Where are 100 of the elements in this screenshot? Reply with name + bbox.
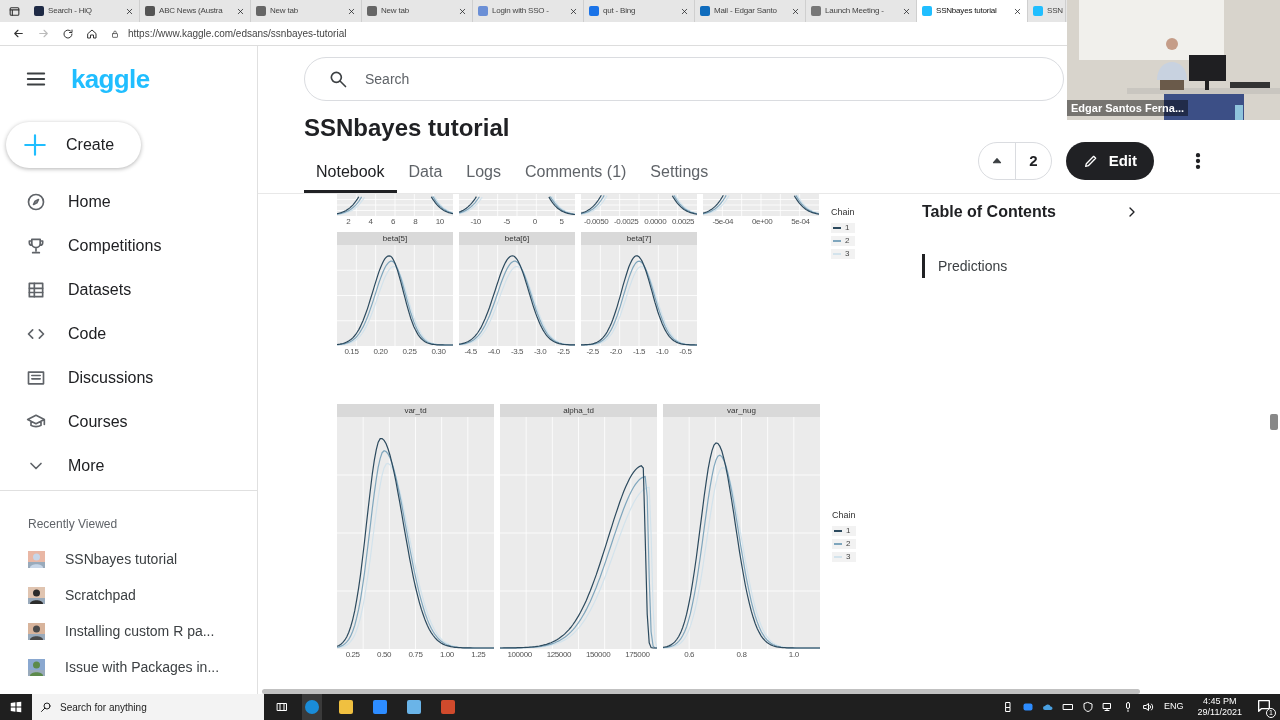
notebook-tab[interactable]: Comments (1) [513,153,639,193]
tick-label: -10 [470,217,481,227]
tick-label: 0e+00 [751,217,773,227]
close-icon[interactable] [902,6,911,16]
legend-title: Chain [832,509,856,522]
close-icon[interactable] [458,6,467,16]
scrollbar-thumb[interactable] [262,688,1140,694]
close-icon[interactable] [347,6,356,16]
tab-title: ABC News (Austra [159,5,224,17]
windows-start-icon[interactable] [9,700,23,714]
favicon-icon [34,6,44,16]
nav-item[interactable]: Competitions [0,224,257,268]
favicon-icon [922,6,932,16]
legend-label: 1 [845,222,850,233]
recent-item[interactable]: SSNbayes tutorial [0,541,257,577]
recent-item[interactable]: Installing custom R pa... [0,613,257,649]
notebook-tab[interactable]: Settings [638,153,721,193]
language-indicator[interactable]: ENG [1164,700,1184,714]
close-icon[interactable] [680,6,689,16]
panel-title: var_td [404,405,427,416]
tick-label: -3.5 [510,347,524,357]
legend-label: 2 [846,538,851,549]
nav-item[interactable]: Datasets [0,268,257,312]
nav-item[interactable]: Courses [0,400,257,444]
legend-label: 3 [846,551,851,562]
tab-title: Mail - Edgar Santo [714,5,778,17]
close-icon[interactable] [569,6,578,16]
favicon-icon [256,6,266,16]
close-icon[interactable] [791,6,800,16]
toc-link[interactable]: Predictions [925,254,1208,278]
tick-label: -4.5 [464,347,477,357]
speaker-icon[interactable] [1142,701,1155,713]
clock-time[interactable]: 4:45 PM [1203,696,1237,707]
tick-label: 0.50 [377,650,392,660]
tick-label: 0.8 [736,650,747,660]
browser-icon[interactable] [305,700,319,714]
legend-label: 3 [845,248,850,259]
tab-actions-icon[interactable] [8,5,21,18]
nav-item[interactable]: Discussions [0,356,257,400]
legend-label: 1 [846,525,851,536]
recent-item[interactable]: Scratchpad [0,577,257,613]
pencil-icon [1082,153,1099,169]
reload-icon[interactable] [62,27,74,40]
notebook-tab[interactable]: Data [396,153,455,193]
tick-label: -3.0 [534,347,547,357]
compass-icon [26,192,46,212]
favicon-icon [478,6,488,16]
close-icon[interactable] [125,6,134,16]
panel-title: alpha_td [563,405,594,416]
edit-button[interactable]: Edit [1065,142,1154,180]
video-call-icon[interactable] [1022,701,1035,713]
clock-date[interactable]: 29/11/2021 [1197,707,1242,718]
browser-tab[interactable]: SSNbayes tutorial [917,0,1028,22]
favicon-icon [145,6,155,16]
favicon-icon [589,6,599,16]
close-icon[interactable] [1013,6,1022,16]
shield-icon[interactable] [1082,701,1095,713]
close-icon[interactable] [236,6,245,16]
tick-label: 1.00 [439,650,454,660]
tick-label: -1.0 [656,347,669,357]
tab-title: New tab [270,5,299,17]
tab-title: Search - HiQ [48,5,93,17]
tab-title: New tab [381,5,410,17]
notebook-tab[interactable]: Logs [454,153,513,193]
nav-item[interactable]: More [0,444,257,488]
tick-label: 100000 [507,650,532,660]
tick-label: -4.0 [487,347,500,357]
search-field[interactable]: Search [304,57,1064,101]
search-icon [328,69,348,89]
tick-label: 8 [413,217,418,227]
task-view-icon[interactable] [276,701,288,713]
panel-title: beta[6] [504,233,530,244]
tab-title: SSN [1047,5,1063,17]
nav-item[interactable]: Code [0,312,257,356]
tick-label: 10 [435,217,444,227]
nav-item[interactable]: Home [0,180,257,224]
tab-title: SSNbayes tutorial [936,5,998,17]
tick-label: -2.5 [557,347,570,357]
back-icon[interactable] [12,27,25,40]
tick-label: 2 [346,217,351,227]
table-icon [26,280,46,300]
tick-label: 0.6 [684,650,695,660]
tick-label: 5e-04 [791,217,810,227]
home-icon[interactable] [86,27,98,40]
tick-label: 5 [559,217,564,227]
tick-label: 0.0025 [672,217,695,227]
tick-label: 6 [390,217,395,227]
tab-title: Launch Meeting - [825,5,885,17]
battery-icon[interactable] [1062,701,1075,713]
recent-item[interactable]: Issue with Packages in... [0,649,257,685]
favicon-icon [811,6,821,16]
taskbar-search-field[interactable]: Search for anything [32,694,264,720]
tick-label: 4 [368,217,373,227]
notification-icon[interactable] [1256,698,1272,714]
tick-label: 0.0000 [644,217,667,227]
cloud-icon[interactable] [1042,701,1055,713]
tick-label: -0.0025 [614,217,639,227]
scrollbar-thumb[interactable] [1270,414,1278,430]
create-button[interactable]: Create [6,122,141,168]
tick-label: -2.5 [586,347,599,357]
